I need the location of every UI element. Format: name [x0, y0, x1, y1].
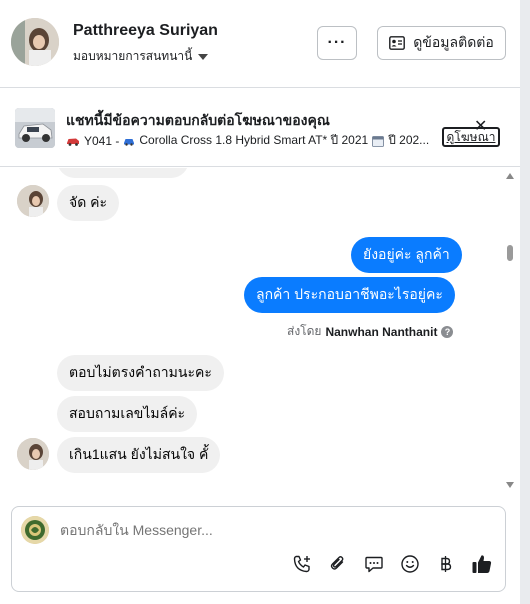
view-contact-label: ดูข้อมูลติดต่อ	[413, 34, 494, 50]
ad-code: Y041 -	[84, 133, 120, 148]
sent-by-name: Nanwhan Nanthanit	[325, 324, 438, 339]
contact-avatar-image	[17, 438, 49, 470]
page-avatar	[21, 516, 49, 544]
ad-thumbnail	[15, 108, 55, 148]
sent-by-prefix: ส่งโดย	[287, 324, 322, 338]
ad-reply-banner: แชทนี้มีข้อความตอบกลับต่อโฆษณาของคุณ Y04…	[0, 89, 520, 167]
reply-input[interactable]	[60, 522, 480, 538]
incoming-message[interactable]: ตอบไม่ตรงคำถามนะคะ	[57, 355, 224, 391]
reply-composer	[11, 506, 506, 592]
thumbs-up-icon[interactable]	[470, 552, 494, 576]
assign-conversation-dropdown[interactable]: มอบหมายการสนทนานี้	[73, 47, 209, 66]
emoji-icon[interactable]	[398, 552, 422, 576]
view-ad-link[interactable]: ดูโฆษณา	[442, 127, 500, 147]
conversation-header: Patthreeya Suriyan มอบหมายการสนทนานี้ ··…	[0, 0, 520, 88]
car-photo-image	[15, 108, 55, 148]
ad-detail-tail: ปี 202...	[388, 133, 430, 147]
close-icon[interactable]: ✕	[474, 119, 487, 135]
calendar-icon	[372, 135, 385, 147]
ad-model: Corolla Cross 1.8 Hybrid Smart AT* ปี 20…	[139, 133, 369, 147]
blue-car-icon	[124, 138, 135, 146]
contact-name[interactable]: Patthreeya Suriyan	[73, 22, 218, 40]
outgoing-message[interactable]: ยังอยู่ค่ะ ลูกค้า	[351, 237, 462, 273]
more-options-button[interactable]: ···	[317, 26, 357, 60]
contact-avatar-small	[17, 185, 49, 217]
page-logo-image	[21, 516, 49, 544]
contact-card-icon	[389, 36, 406, 50]
conversation-panel: Patthreeya Suriyan มอบหมายการสนทนานี้ ··…	[0, 0, 520, 604]
message-list[interactable]: จัด ค่ะ ยังอยู่ค่ะ ลูกค้า ลูกค้า ประกอบอ…	[0, 168, 520, 490]
message-bubble-partial	[57, 168, 189, 178]
scroll-up-arrow[interactable]	[506, 173, 514, 179]
incoming-message[interactable]: สอบถามเลขไมล์ค่ะ	[57, 396, 198, 432]
ad-banner-title: แชทนี้มีข้อความตอบกลับต่อโฆษณาของคุณ	[66, 112, 330, 128]
help-icon[interactable]: ?	[441, 325, 454, 338]
scroll-down-arrow[interactable]	[506, 482, 514, 488]
phone-plus-icon[interactable]	[290, 552, 314, 576]
contact-avatar-image	[17, 185, 49, 217]
red-car-icon	[67, 138, 79, 146]
view-contact-button[interactable]: ดูข้อมูลติดต่อ	[377, 26, 506, 60]
incoming-message[interactable]: จัด ค่ะ	[57, 185, 120, 221]
scrollbar-thumb[interactable]	[507, 245, 513, 261]
window-edge	[520, 0, 530, 604]
chat-bubble-icon[interactable]	[362, 552, 386, 576]
baht-icon[interactable]	[434, 552, 458, 576]
sent-by-info: ส่งโดย Nanwhan Nanthanit ?	[287, 322, 454, 341]
contact-avatar-small	[17, 438, 49, 470]
ad-banner-detail: Y041 - Corolla Cross 1.8 Hybrid Smart AT…	[66, 131, 438, 150]
chevron-down-icon	[198, 53, 209, 60]
composer-toolbar	[290, 552, 494, 576]
paperclip-icon[interactable]	[326, 552, 350, 576]
contact-avatar[interactable]	[11, 18, 59, 66]
outgoing-message[interactable]: ลูกค้า ประกอบอาชีพอะไรอยู่คะ	[244, 277, 455, 313]
contact-avatar-image	[11, 18, 59, 66]
assign-label: มอบหมายการสนทนานี้	[73, 49, 193, 63]
incoming-message[interactable]: เกิน1แสน ยังไม่สนใจ คั้	[57, 437, 221, 473]
